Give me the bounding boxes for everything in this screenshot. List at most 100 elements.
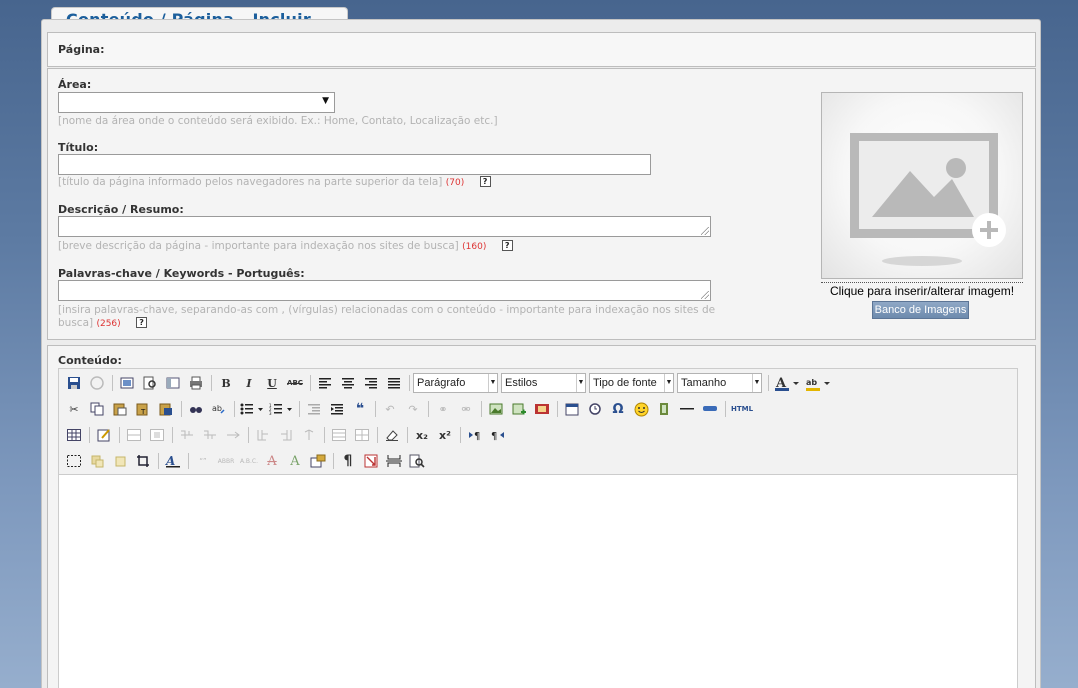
help-icon[interactable]: ? <box>136 317 148 328</box>
font-select-value: Tipo de fonte <box>593 377 657 389</box>
non-breaking-icon[interactable] <box>360 451 382 471</box>
svg-text:ab: ab <box>806 378 817 387</box>
image-bank-button[interactable]: Banco de Imagens <box>872 301 969 319</box>
table-row-icon[interactable] <box>123 425 145 445</box>
align-center-icon[interactable] <box>337 373 359 393</box>
calendar-icon[interactable] <box>561 399 583 419</box>
superscript-button[interactable]: x² <box>434 425 456 445</box>
area-select[interactable]: ▼ <box>58 92 335 113</box>
crop-icon[interactable] <box>132 451 154 471</box>
image-caption[interactable]: Clique para inserir/alterar imagem! <box>821 282 1023 298</box>
quotes-icon[interactable]: “” <box>192 451 214 471</box>
attributes-icon[interactable] <box>307 451 329 471</box>
help-icon[interactable]: ? <box>501 240 513 251</box>
special-char-icon[interactable]: Ω <box>607 399 629 419</box>
subscript-button[interactable]: x₂ <box>411 425 433 445</box>
merge-cells-icon[interactable] <box>328 425 350 445</box>
iframe-icon[interactable] <box>699 399 721 419</box>
document-icon[interactable] <box>162 373 184 393</box>
delete-row-icon[interactable] <box>222 425 244 445</box>
acronym-icon[interactable]: A.B.C. <box>238 451 260 471</box>
ltr-direction-icon[interactable]: ¶ <box>464 425 486 445</box>
paste-word-icon[interactable] <box>155 399 177 419</box>
horizontal-rule-icon[interactable] <box>676 399 698 419</box>
undo-icon[interactable]: ↶ <box>379 399 401 419</box>
resize-handle-icon[interactable] <box>701 291 709 299</box>
blockquote-icon[interactable]: ❝ <box>349 399 371 419</box>
font-select[interactable]: Tipo de fonte ▼ <box>589 373 674 393</box>
bold-button[interactable]: B <box>215 373 237 393</box>
styles-icon[interactable]: A <box>162 451 184 471</box>
paste-text-icon[interactable]: T <box>132 399 154 419</box>
source-html-button[interactable]: HTML <box>729 399 755 419</box>
insert-text-icon[interactable]: A <box>284 451 306 471</box>
align-justify-icon[interactable] <box>383 373 405 393</box>
text-color-icon[interactable]: A <box>772 373 802 393</box>
insert-column-after-icon[interactable] <box>275 425 297 445</box>
template-icon[interactable] <box>116 373 138 393</box>
rtl-direction-icon[interactable]: ¶ <box>487 425 509 445</box>
insert-row-after-icon[interactable] <box>199 425 221 445</box>
numbered-list-icon[interactable]: 123 <box>267 399 295 419</box>
cut-icon[interactable]: ✂ <box>63 399 85 419</box>
outdent-icon[interactable] <box>303 399 325 419</box>
zoom-preview-icon[interactable] <box>406 451 428 471</box>
align-right-icon[interactable] <box>360 373 382 393</box>
clock-icon[interactable] <box>584 399 606 419</box>
size-select[interactable]: Tamanho ▼ <box>677 373 762 393</box>
chevron-down-icon: ▼ <box>664 374 673 392</box>
content-editor-area[interactable] <box>58 474 1018 688</box>
strikethrough-button[interactable]: ABC <box>284 373 306 393</box>
link-icon[interactable]: ⚭ <box>432 399 454 419</box>
titulo-input[interactable] <box>58 154 651 175</box>
image-preview[interactable] <box>821 92 1023 279</box>
replace-icon[interactable]: ab <box>208 399 230 419</box>
find-icon[interactable] <box>185 399 207 419</box>
flash-icon[interactable] <box>653 399 675 419</box>
delete-column-icon[interactable] <box>298 425 320 445</box>
table-cell-icon[interactable] <box>146 425 168 445</box>
toolbar-separator <box>172 427 173 443</box>
descricao-textarea[interactable] <box>58 216 711 237</box>
delete-text-icon[interactable]: A <box>261 451 283 471</box>
save-icon[interactable] <box>63 373 85 393</box>
split-cells-icon[interactable] <box>351 425 373 445</box>
unlink-icon[interactable]: ⚮ <box>455 399 477 419</box>
gallery-icon[interactable] <box>531 399 553 419</box>
toolbar-separator <box>158 453 159 469</box>
eraser-icon[interactable] <box>381 425 403 445</box>
indent-icon[interactable] <box>326 399 348 419</box>
preview-icon[interactable] <box>139 373 161 393</box>
abbr-icon[interactable]: ABBR <box>215 451 237 471</box>
copy-icon[interactable] <box>86 399 108 419</box>
keywords-textarea[interactable] <box>58 280 711 301</box>
copy-format-icon[interactable] <box>86 451 108 471</box>
toolbar-separator <box>299 401 300 417</box>
align-left-icon[interactable] <box>314 373 336 393</box>
format-select[interactable]: Parágrafo ▼ <box>413 373 498 393</box>
insert-column-before-icon[interactable] <box>252 425 274 445</box>
insert-row-before-icon[interactable] <box>176 425 198 445</box>
resize-handle-icon[interactable] <box>701 227 709 235</box>
new-page-icon[interactable] <box>86 373 108 393</box>
paste-icon[interactable] <box>109 399 131 419</box>
styles-select[interactable]: Estilos ▼ <box>501 373 586 393</box>
toolbar-separator <box>324 427 325 443</box>
highlight-color-icon[interactable]: ab <box>803 373 833 393</box>
insert-image-icon[interactable] <box>508 399 530 419</box>
image-icon[interactable] <box>485 399 507 419</box>
print-icon[interactable] <box>185 373 207 393</box>
help-icon[interactable]: ? <box>479 176 491 187</box>
page-break-icon[interactable] <box>383 451 405 471</box>
smiley-icon[interactable] <box>630 399 652 419</box>
paste-format-icon[interactable] <box>109 451 131 471</box>
bulleted-list-icon[interactable] <box>238 399 266 419</box>
select-all-icon[interactable] <box>63 451 85 471</box>
table-icon[interactable] <box>63 425 85 445</box>
show-blocks-icon[interactable]: ¶ <box>337 451 359 471</box>
styles-select-value: Estilos <box>505 377 538 389</box>
form-edit-icon[interactable] <box>93 425 115 445</box>
italic-button[interactable]: I <box>238 373 260 393</box>
redo-icon[interactable]: ↷ <box>402 399 424 419</box>
underline-button[interactable]: U <box>261 373 283 393</box>
